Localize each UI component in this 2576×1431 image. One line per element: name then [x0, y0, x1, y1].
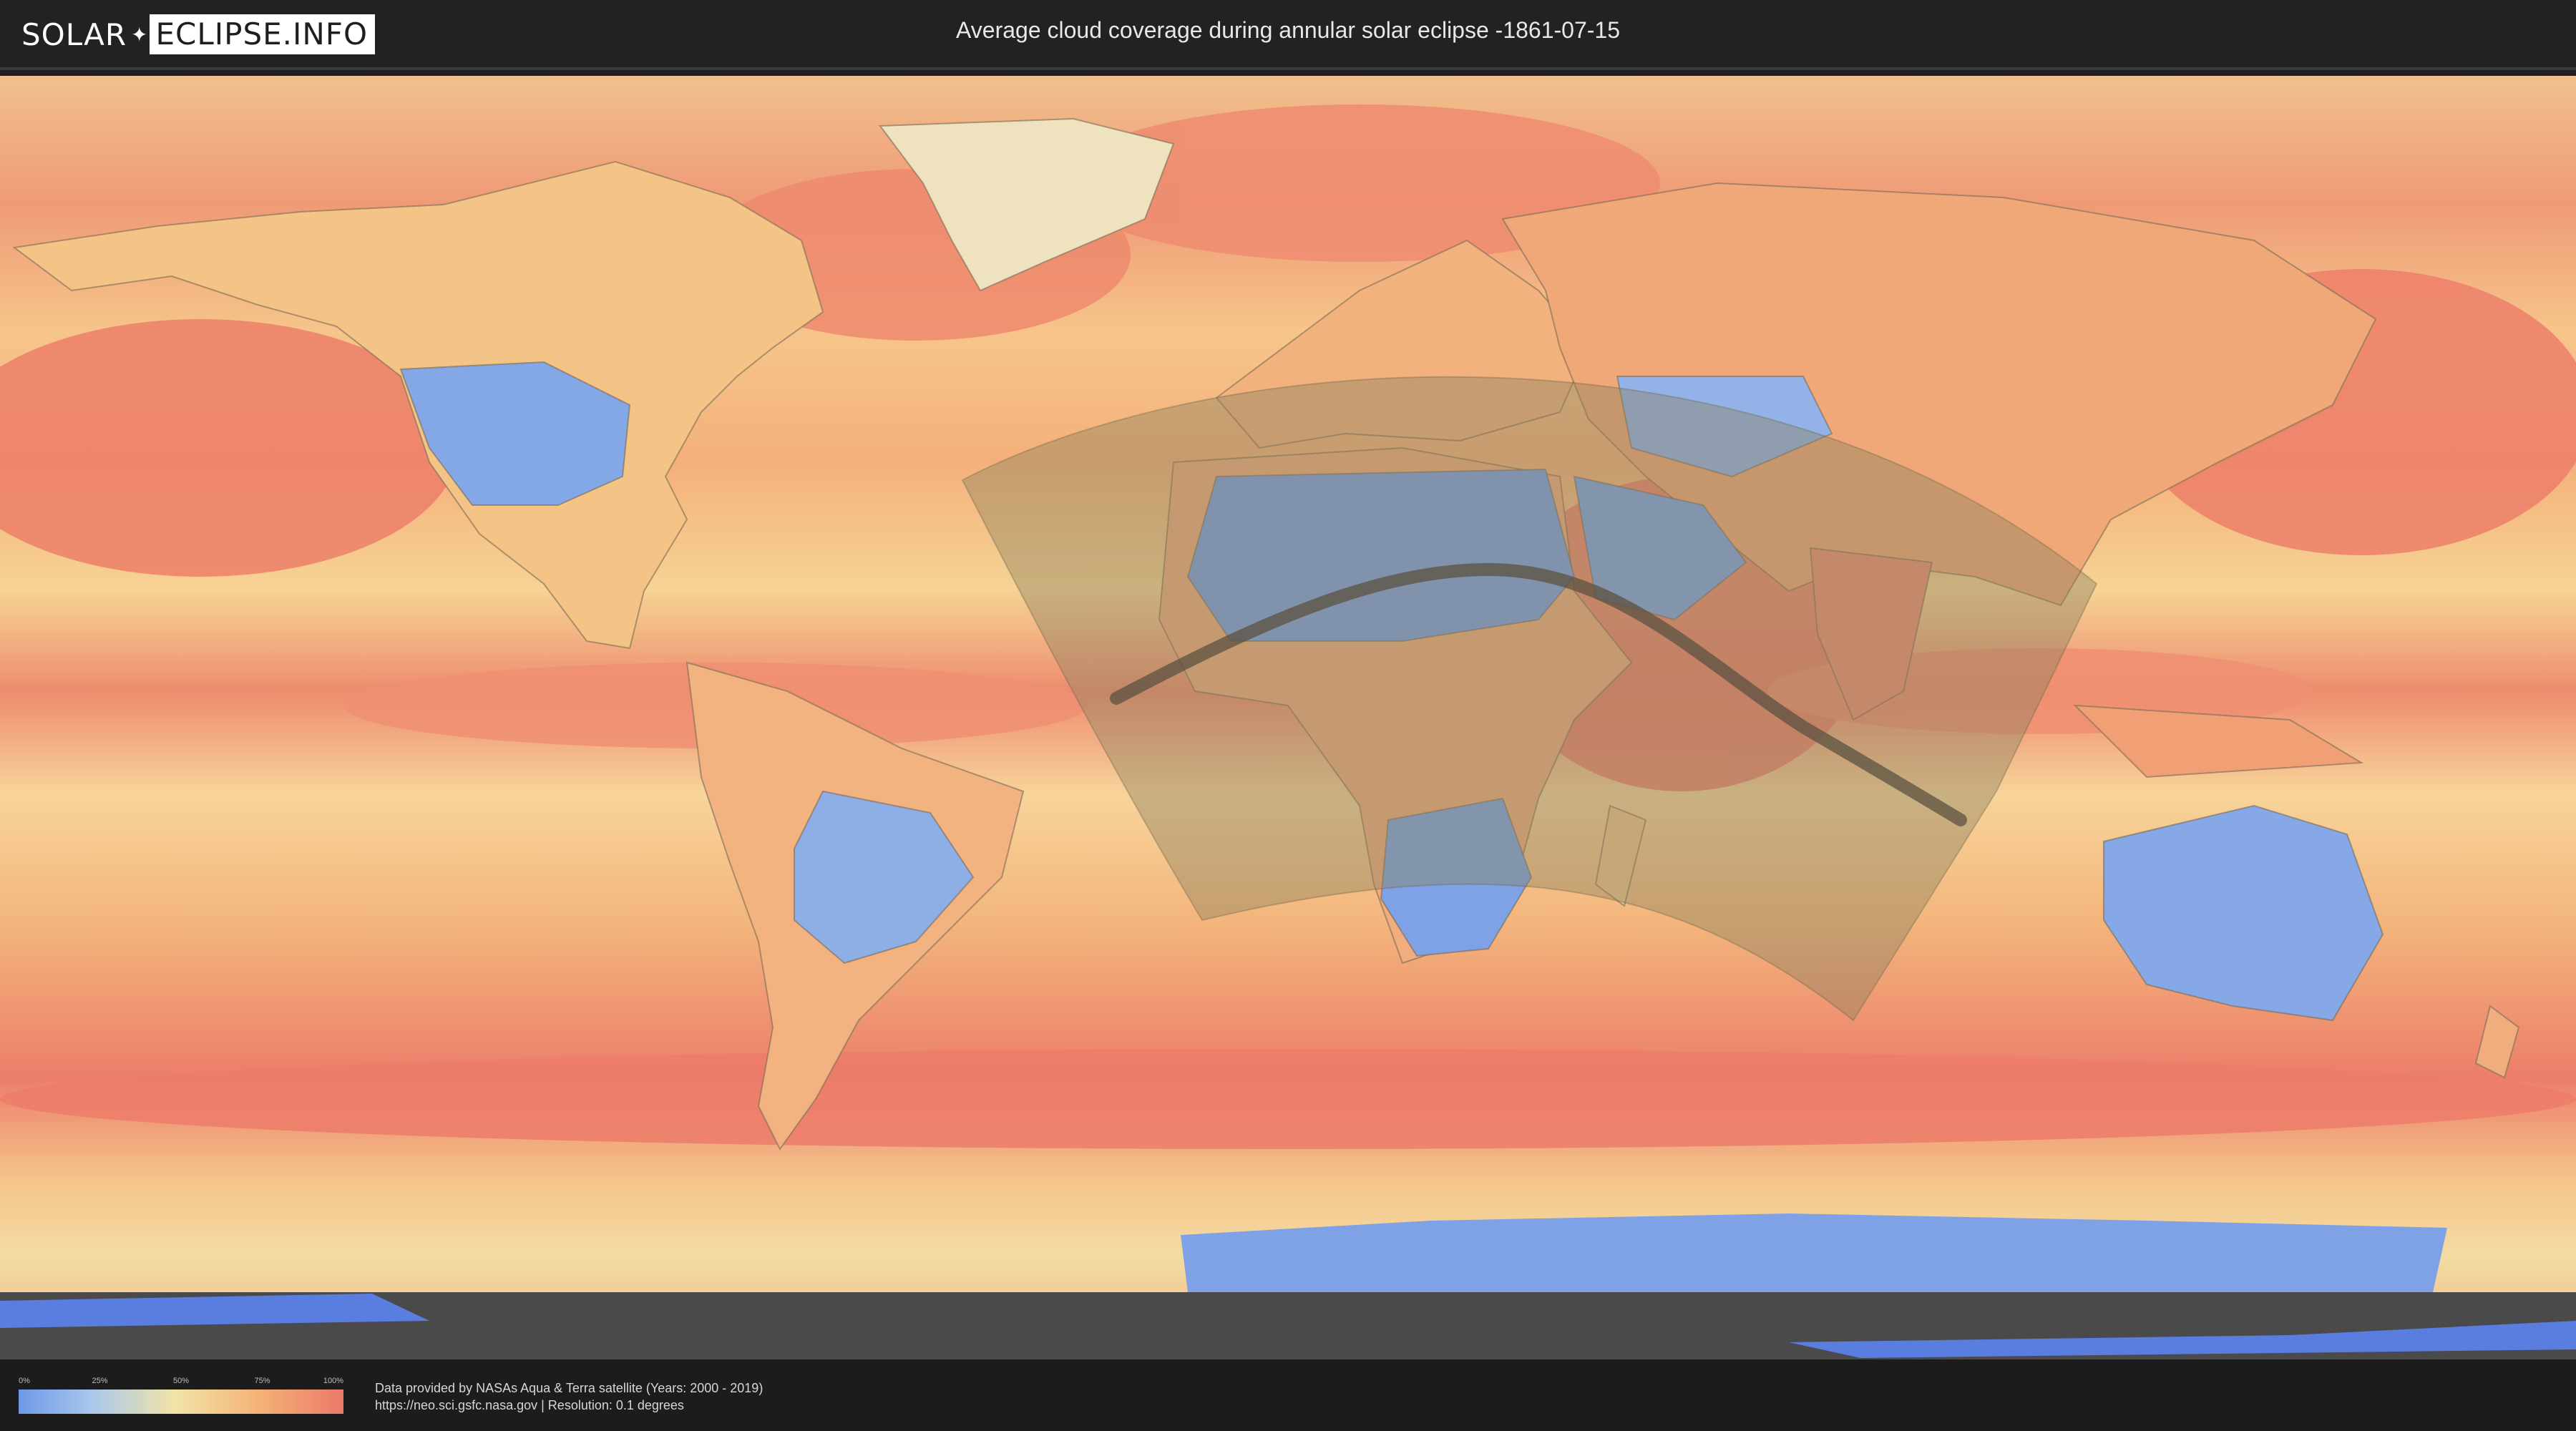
- cloud-coverage-legend: 0% 25% 50% 75% 100%: [19, 1377, 343, 1414]
- data-credits: Data provided by NASAs Aqua & Terra sate…: [375, 1379, 763, 1414]
- footer: 0% 25% 50% 75% 100% Data provided by NAS…: [0, 1359, 2576, 1431]
- credit-line-source: Data provided by NASAs Aqua & Terra sate…: [375, 1381, 763, 1395]
- top-bar: SOLAR ✦ ECLIPSE.INFO Average cloud cover…: [0, 0, 2576, 70]
- legend-ticks: 0% 25% 50% 75% 100%: [19, 1377, 343, 1387]
- legend-tick: 75%: [254, 1377, 270, 1385]
- legend-tick: 100%: [323, 1377, 343, 1385]
- legend-tick: 50%: [172, 1377, 190, 1385]
- legend-color-bar: [19, 1390, 343, 1414]
- antarctica: [1181, 1213, 2447, 1292]
- credit-line-url[interactable]: https://neo.sci.gsfc.nasa.gov | Resoluti…: [375, 1397, 763, 1414]
- map-canvas: [0, 76, 2576, 1359]
- cloud-coverage-map[interactable]: [0, 76, 2576, 1359]
- legend-tick: 25%: [92, 1377, 108, 1385]
- legend-tick: 0%: [19, 1377, 30, 1385]
- page-title: Average cloud coverage during annular so…: [956, 17, 1620, 43]
